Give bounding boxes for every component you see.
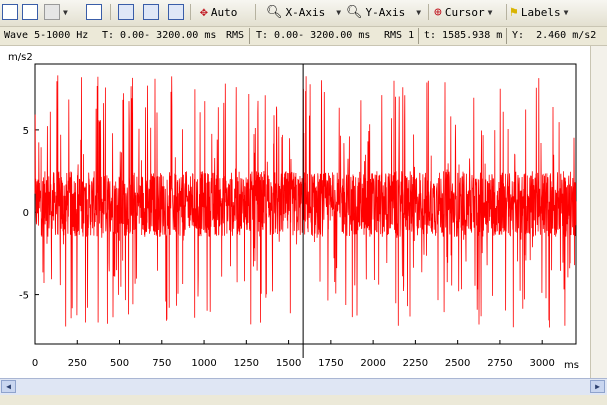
scale-x-icon [118,4,134,20]
x-tick-label: 2250 [403,358,428,369]
x-tick-label: 3000 [529,358,554,369]
waveform-plot[interactable]: m/s2 ms 5 0 -5 0 250 500 750 1000 1250 1500 1750 2000… [0,46,590,378]
autoscale-icon [168,4,184,20]
disabled-view-button[interactable]: ▼ [44,2,68,22]
rms1-text: RMS 1 [384,30,415,41]
cursor-y-readout: Y: 2.460 m/s2 [512,30,597,41]
chevron-down-icon: ▼ [336,7,342,17]
labels-button[interactable]: ⚑ Labels ▼ [510,2,568,22]
time-range-text-2: T: 0.00- 3200.00 ms [256,30,371,41]
time-range-text: T: 0.00- 3200.00 ms [102,30,217,41]
x-tick-label: 250 [68,358,87,369]
x-tick-label: 1250 [234,358,259,369]
chevron-down-icon: ▼ [487,7,493,17]
x-tick-label: 500 [110,358,129,369]
x-tick-label: 1000 [191,358,216,369]
scale-y-button[interactable] [143,2,159,22]
rms-text: RMS [226,30,245,41]
wave-view-button[interactable] [2,2,18,22]
cursor-button[interactable]: ⊕ Cursor ▼ [434,2,492,22]
grid-icon [44,4,60,20]
x-tick-label: 2500 [445,358,470,369]
auto-label: Auto [210,5,238,19]
y-axis-label: m/s2 [8,52,33,63]
spectrum-view-button[interactable] [22,2,38,22]
chevron-down-icon: ▼ [63,7,68,17]
x-tick-label: 1500 [276,358,301,369]
x-tick-label: 750 [152,358,171,369]
bar-chart-icon [22,4,38,20]
vertical-scrollbar[interactable] [590,46,607,378]
status-line [0,395,607,405]
waveform-icon [2,4,18,20]
scroll-right-button[interactable]: ▶ [590,380,605,393]
scroll-left-button[interactable]: ◀ [1,380,16,393]
flag-icon: ⚑ [510,4,518,20]
zoom-y-icon: 🔍︎ [346,4,363,20]
yaxis-button[interactable]: 🔍︎ Y-Axis ▼ [346,2,421,22]
y-tick-label: 0 [23,208,29,219]
x-axis-label: ms [564,360,579,371]
zoom-icon: 🔍︎ [266,4,283,20]
wave-filter-text: Wave 5-1000 Hz [4,30,89,41]
y-tick-label: 5 [23,126,29,137]
cursor-label: Cursor [444,5,485,19]
x-tick-label: 1750 [318,358,343,369]
chart-area[interactable]: m/s2 ms 5 0 -5 0 250 500 750 1000 1250 1500 1750 2000… [0,46,590,378]
xaxis-label: X-Axis [285,5,326,19]
auto-button[interactable]: ✥ Auto [200,2,237,22]
cursor-time-readout: t: 1585.938 m [424,30,503,41]
filter-icon [86,4,102,20]
x-tick-label: 0 [32,358,38,369]
info-bar: Wave 5-1000 Hz T: 0.00- 3200.00 ms RMS T… [0,27,607,46]
y-tick-label: -5 [19,291,29,302]
chevron-down-icon: ▼ [563,7,569,17]
toolbar: ▼ ✥ Auto 🔍︎ X-Axis ▼ 🔍︎ Y-Axis ▼ ⊕ Curso… [0,0,607,27]
x-tick-label: 2000 [360,358,385,369]
chevron-down-icon: ▼ [416,7,422,17]
move-icon: ✥ [200,4,208,20]
horizontal-scrollbar[interactable]: ◀ ▶ [0,378,607,395]
yaxis-label: Y-Axis [365,5,406,19]
xaxis-button[interactable]: 🔍︎ X-Axis ▼ [266,2,341,22]
scale-auto-button[interactable] [168,2,184,22]
filter-button[interactable] [86,2,102,22]
scale-x-button[interactable] [118,2,134,22]
scale-y-icon [143,4,159,20]
crosshair-icon: ⊕ [434,4,442,20]
labels-label: Labels [520,5,561,19]
x-tick-label: 2750 [487,358,512,369]
